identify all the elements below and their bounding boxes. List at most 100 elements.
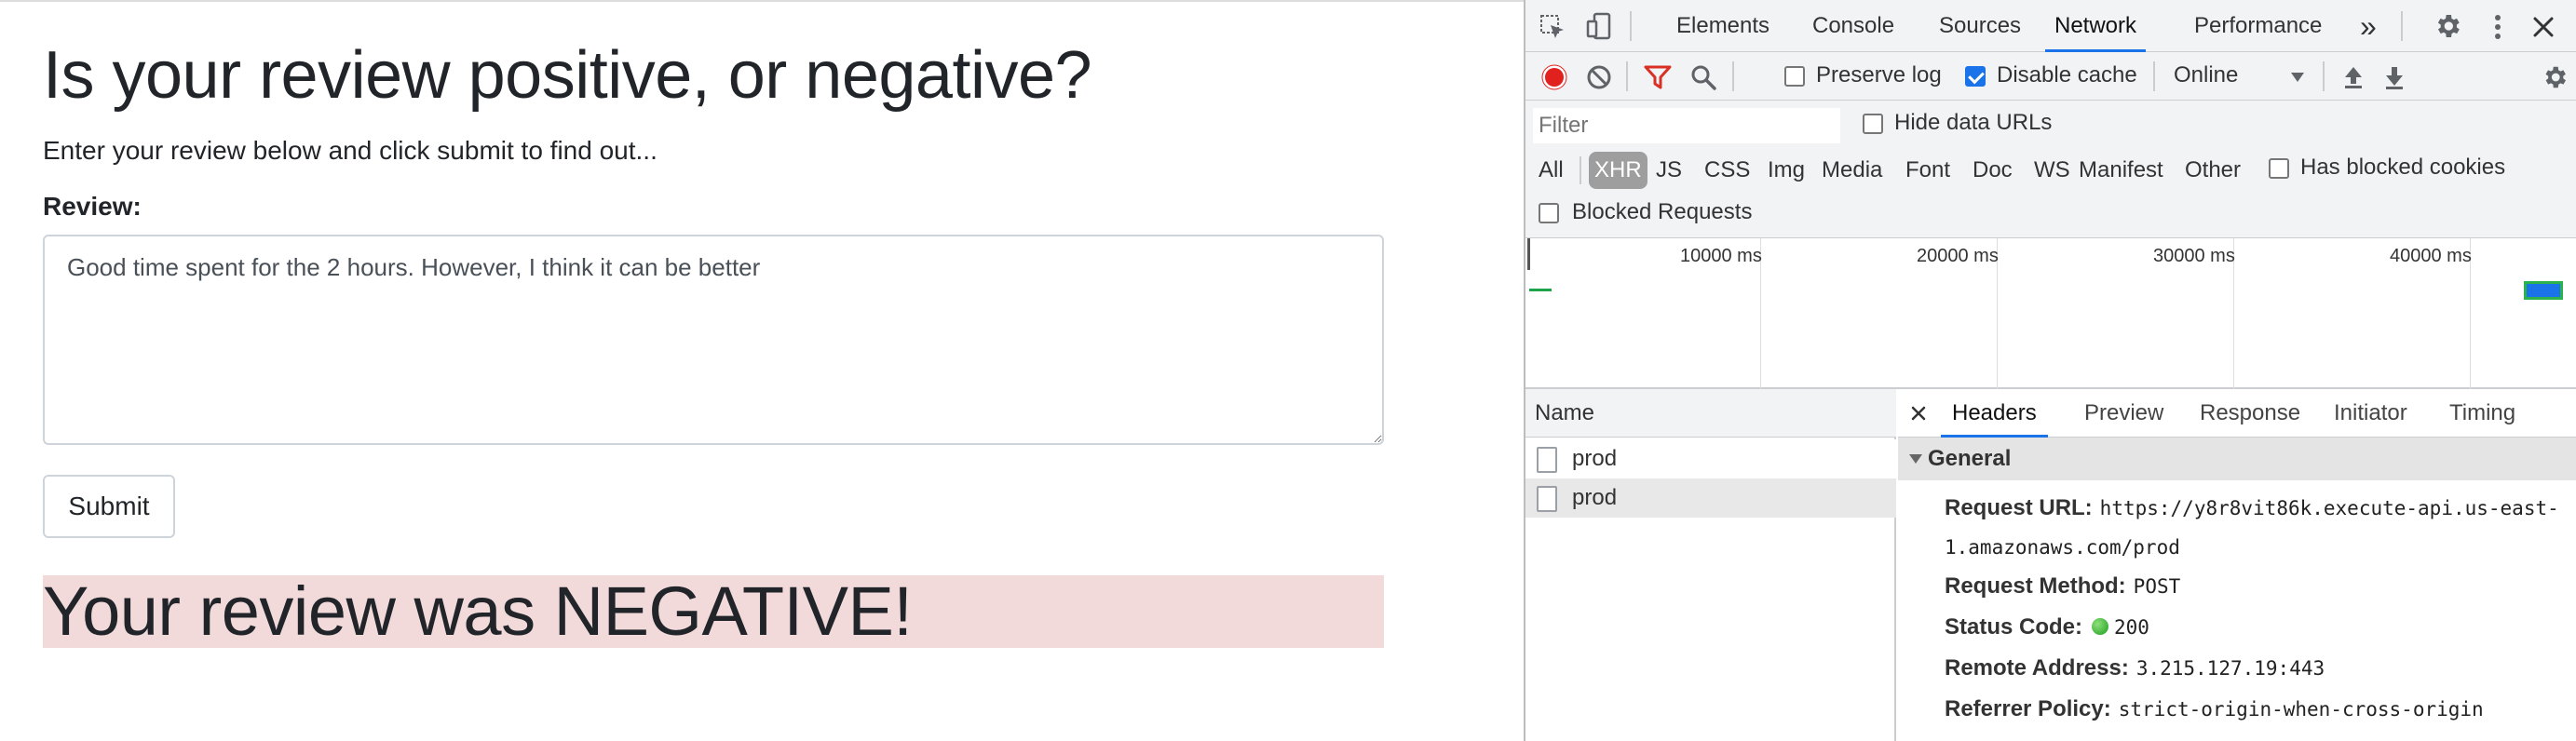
network-settings-gear-icon[interactable] bbox=[2541, 63, 2569, 91]
tab-timing[interactable]: Timing bbox=[2449, 389, 2515, 438]
toolbar-separator bbox=[2323, 61, 2325, 91]
request-url-row: Request URL: https://y8r8vit86k.execute-a… bbox=[1945, 495, 2559, 521]
type-filter-manifest[interactable]: Manifest bbox=[2079, 152, 2163, 189]
toolbar-separator bbox=[1579, 156, 1581, 184]
request-url-value: https://y8r8vit86k.execute-api.us-east- bbox=[2099, 497, 2559, 519]
timeline-tick-label: 40000 ms bbox=[2390, 246, 2472, 266]
remote-address-value: 3.215.127.19:443 bbox=[2135, 657, 2325, 680]
tab-elements[interactable]: Elements bbox=[1676, 0, 1769, 52]
throttling-select[interactable]: Online bbox=[2174, 62, 2238, 88]
timeline-request-bar bbox=[1529, 289, 1552, 291]
page-title: Is your review positive, or negative? bbox=[43, 38, 1092, 113]
result-text: Your review was NEGATIVE! bbox=[43, 573, 913, 650]
review-textarea[interactable] bbox=[43, 235, 1384, 445]
tab-sources[interactable]: Sources bbox=[1939, 0, 2021, 52]
close-devtools-icon[interactable] bbox=[2531, 15, 2556, 39]
document-icon bbox=[1537, 486, 1557, 512]
details-tab-bar: Headers Preview Response Initiator Timin… bbox=[1898, 389, 2576, 438]
chevron-down-icon[interactable] bbox=[2289, 71, 2306, 84]
status-ok-icon bbox=[2092, 618, 2109, 635]
devtools-panel: Elements Console Sources Network Perform… bbox=[1524, 0, 2576, 741]
referrer-policy-row: Referrer Policy: strict-origin-when-cross… bbox=[1945, 696, 2484, 722]
tab-network[interactable]: Network bbox=[2045, 0, 2147, 52]
disable-cache-checkbox[interactable] bbox=[1965, 66, 1986, 87]
toolbar-separator bbox=[2153, 61, 2155, 91]
general-section-header[interactable]: General bbox=[1898, 438, 2576, 480]
clear-icon[interactable] bbox=[1585, 63, 1613, 91]
referrer-policy-label: Referrer Policy: bbox=[1945, 696, 2111, 721]
tab-initiator[interactable]: Initiator bbox=[2334, 389, 2407, 438]
page-description: Enter your review below and click submit… bbox=[43, 136, 658, 165]
more-tabs-button[interactable]: » bbox=[2360, 0, 2377, 52]
type-filter-ws[interactable]: WS bbox=[2034, 152, 2070, 189]
request-method-value: POST bbox=[2133, 575, 2181, 598]
request-row-selected[interactable]: prod bbox=[1525, 478, 1896, 518]
type-filter-js[interactable]: JS bbox=[1656, 152, 1682, 189]
toolbar-separator bbox=[1630, 11, 1632, 41]
tab-response[interactable]: Response bbox=[2200, 389, 2300, 438]
request-method-row: Request Method: POST bbox=[1945, 573, 2180, 600]
blocked-requests-checkbox[interactable] bbox=[1539, 203, 1559, 223]
request-url-value-cont: 1.amazonaws.com/prod bbox=[1945, 536, 2180, 559]
status-code-label: Status Code: bbox=[1945, 614, 2083, 640]
timeline-cursor bbox=[1527, 238, 1530, 270]
type-filter-other[interactable]: Other bbox=[2185, 152, 2241, 189]
remote-address-label: Remote Address: bbox=[1945, 655, 2129, 680]
type-filter-media[interactable]: Media bbox=[1822, 152, 1882, 189]
type-filter-img[interactable]: Img bbox=[1768, 152, 1805, 189]
status-code-row: Status Code: 200 bbox=[1945, 614, 2149, 640]
submit-button[interactable]: Submit bbox=[43, 475, 175, 538]
record-icon[interactable] bbox=[1540, 63, 1568, 91]
import-har-icon[interactable] bbox=[2341, 63, 2366, 91]
web-page: Is your review positive, or negative? En… bbox=[0, 0, 1524, 741]
has-blocked-cookies-label: Has blocked cookies bbox=[2300, 155, 2506, 180]
filter-input[interactable] bbox=[1533, 108, 1840, 143]
hide-data-urls-label: Hide data URLs bbox=[1894, 110, 2053, 135]
status-code-value: 200 bbox=[2114, 616, 2149, 639]
device-toolbar-icon[interactable] bbox=[1585, 11, 1615, 41]
filter-icon[interactable] bbox=[1643, 63, 1673, 91]
settings-gear-icon[interactable] bbox=[2433, 11, 2462, 41]
request-details: Headers Preview Response Initiator Timin… bbox=[1898, 389, 2576, 741]
toolbar-separator bbox=[1626, 61, 1628, 91]
tab-console[interactable]: Console bbox=[1812, 0, 1894, 52]
timeline-tick-label: 30000 ms bbox=[2153, 246, 2235, 266]
referrer-policy-value: strict-origin-when-cross-origin bbox=[2118, 698, 2484, 721]
search-icon[interactable] bbox=[1689, 63, 1717, 91]
timeline-tick-label: 10000 ms bbox=[1680, 246, 1762, 266]
request-name: prod bbox=[1572, 446, 1618, 471]
hide-data-urls-checkbox[interactable] bbox=[1863, 114, 1883, 134]
type-filter-font[interactable]: Font bbox=[1905, 152, 1950, 189]
export-har-icon[interactable] bbox=[2382, 63, 2407, 91]
timeline-request-bar bbox=[2524, 281, 2563, 300]
remote-address-row: Remote Address: 3.215.127.19:443 bbox=[1945, 655, 2325, 681]
review-label: Review: bbox=[43, 192, 142, 221]
result-banner: Your review was NEGATIVE! bbox=[43, 573, 1384, 650]
preserve-log-checkbox[interactable] bbox=[1784, 66, 1805, 87]
network-toolbar: Preserve log Disable cache Online bbox=[1525, 52, 2576, 101]
type-filter-doc[interactable]: Doc bbox=[1973, 152, 2013, 189]
request-method-label: Request Method: bbox=[1945, 573, 2126, 599]
tab-preview[interactable]: Preview bbox=[2084, 389, 2163, 438]
toolbar-separator bbox=[1732, 61, 1734, 91]
request-row[interactable]: prod bbox=[1525, 439, 1896, 478]
type-filter-all[interactable]: All bbox=[1539, 152, 1564, 189]
more-options-icon[interactable] bbox=[2487, 13, 2509, 41]
blocked-requests-label: Blocked Requests bbox=[1572, 199, 1753, 224]
close-details-icon[interactable] bbox=[1909, 404, 1928, 423]
request-url-continued: 1.amazonaws.com/prod bbox=[1945, 534, 2180, 560]
tab-performance[interactable]: Performance bbox=[2194, 0, 2322, 52]
disable-cache-label: Disable cache bbox=[1997, 62, 2137, 88]
type-filter-css[interactable]: CSS bbox=[1704, 152, 1750, 189]
request-url-label: Request URL: bbox=[1945, 495, 2093, 520]
has-blocked-cookies-checkbox[interactable] bbox=[2269, 158, 2289, 179]
timeline-tick-label: 20000 ms bbox=[1917, 246, 1999, 266]
request-list: Name prod prod bbox=[1525, 389, 1896, 741]
toolbar-separator bbox=[2401, 11, 2403, 41]
type-filter-xhr[interactable]: XHR bbox=[1589, 152, 1647, 189]
name-column-header[interactable]: Name bbox=[1525, 389, 1896, 438]
document-icon bbox=[1537, 447, 1557, 473]
preserve-log-label: Preserve log bbox=[1816, 62, 1942, 88]
tab-headers[interactable]: Headers bbox=[1941, 389, 2048, 438]
inspect-element-icon[interactable] bbox=[1539, 13, 1566, 41]
